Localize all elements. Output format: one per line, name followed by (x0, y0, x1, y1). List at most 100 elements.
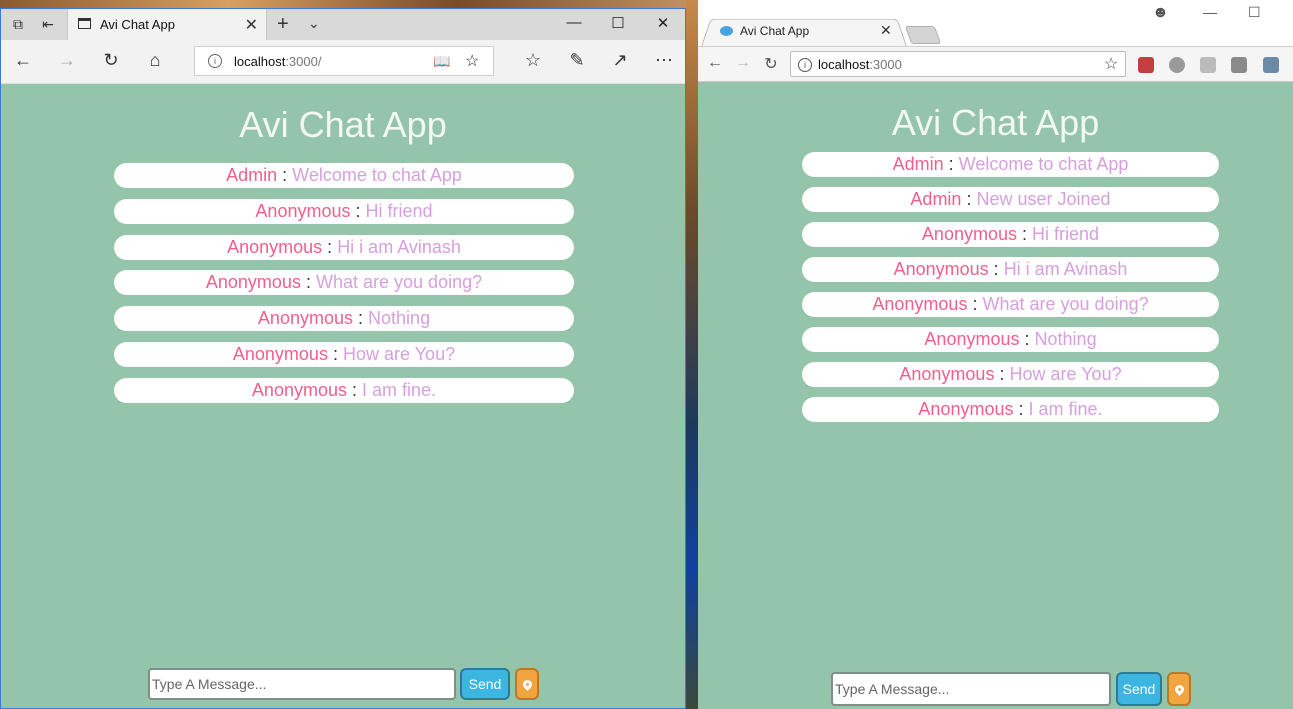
forward-icon[interactable]: → (733, 54, 753, 72)
message-sender: Anonymous (893, 259, 989, 279)
message-text: Welcome to chat App (958, 154, 1129, 174)
message-input[interactable] (831, 672, 1111, 706)
message-sender: Anonymous (251, 379, 347, 400)
chrome-chat-page: Avi Chat App Admin : Welcome to chat App… (698, 82, 1293, 709)
message-separator: : (1018, 399, 1024, 419)
message-row: Anonymous : Nothing (802, 327, 1219, 352)
minimize-icon[interactable]: — (1203, 4, 1217, 20)
eyedropper-extension-icon[interactable] (1138, 57, 1154, 73)
message-input[interactable] (148, 668, 456, 700)
back-icon[interactable]: ← (11, 50, 35, 71)
screenshot-extension-icon[interactable] (1263, 57, 1279, 73)
message-text: What are you doing? (982, 294, 1149, 314)
send-button[interactable]: Send (1116, 672, 1162, 706)
message-separator: : (282, 165, 288, 185)
chrome-url-text: localhost:3000 (818, 57, 902, 72)
home-icon[interactable]: ⌂ (143, 50, 167, 71)
info-icon[interactable]: i (798, 58, 812, 72)
message-text: What are you doing? (316, 272, 483, 293)
location-button[interactable] (515, 668, 539, 700)
message-text: Hi i am Avinash (1003, 259, 1128, 279)
message-separator: : (355, 200, 361, 221)
close-tab-icon[interactable]: ✕ (880, 22, 892, 39)
profile-icon[interactable]: ☻ (1152, 4, 1169, 22)
app-title: Avi Chat App (891, 102, 1100, 143)
message-sender: Admin (910, 189, 962, 209)
message-row: Anonymous : How are You? (802, 362, 1219, 387)
back-icon[interactable]: ← (705, 54, 725, 72)
message-separator: : (999, 364, 1005, 384)
message-separator: : (948, 154, 954, 174)
edge-tab[interactable]: Avi Chat App ✕ (67, 9, 267, 40)
more-icon[interactable]: ⋯ (652, 50, 676, 71)
pen-icon[interactable]: ✎ (565, 50, 589, 71)
app-title: Avi Chat App (239, 104, 447, 145)
desktop-wallpaper (686, 0, 698, 709)
edge-tab-bar: ⧉ ⇤ Avi Chat App ✕ + ⌄ — ☐ ✕ (1, 9, 685, 40)
tab-list-chevron-icon[interactable]: ⌄ (308, 15, 320, 32)
bookmark-star-icon[interactable]: ☆ (1104, 54, 1118, 74)
info-icon[interactable]: i (208, 54, 222, 68)
message-text: New user Joined (976, 189, 1111, 209)
message-separator: : (358, 308, 364, 329)
edge-chat-page: Avi Chat App Admin : Welcome to chat App… (1, 84, 685, 708)
message-sender: Anonymous (257, 308, 353, 329)
close-window-icon[interactable]: ✕ (648, 14, 678, 32)
message-sender: Anonymous (921, 224, 1017, 244)
message-row: Anonymous : Hi i am Avinash (802, 257, 1219, 282)
message-sender: Admin (226, 165, 278, 185)
message-sender: Anonymous (899, 364, 995, 384)
message-text: I am fine. (362, 379, 437, 400)
user-extension-icon[interactable] (1231, 57, 1247, 73)
chrome-address-bar[interactable]: i localhost:3000 ☆ (790, 51, 1126, 77)
message-text: I am fine. (1028, 399, 1103, 419)
message-text: Hi i am Avinash (337, 236, 461, 257)
share-icon[interactable]: ↗ (608, 50, 632, 71)
chat-favicon-icon (720, 26, 733, 36)
message-row: Anonymous : I am fine. (114, 377, 574, 403)
message-separator: : (327, 236, 333, 257)
reading-view-icon[interactable]: 📖 (433, 53, 450, 70)
forward-icon[interactable]: → (55, 50, 79, 71)
location-pin-icon (1172, 682, 1186, 696)
message-row: Anonymous : What are you doing? (114, 270, 574, 296)
message-separator: : (972, 294, 978, 314)
message-sender: Anonymous (232, 344, 328, 364)
message-separator: : (305, 272, 311, 293)
reload-icon[interactable]: ↻ (761, 54, 781, 74)
edge-toolbar: ← → ↻ ⌂ i localhost:3000/ 📖 ☆ ☆ ✎ ↗ ⋯ (1, 40, 685, 84)
maximize-icon[interactable]: ☐ (1248, 4, 1261, 21)
chrome-composer: Send (831, 672, 1191, 708)
message-row: Anonymous : What are you doing? (802, 292, 1219, 317)
message-text: How are You? (343, 344, 456, 364)
message-separator: : (966, 189, 972, 209)
chrome-tab[interactable]: Avi Chat App ✕ (706, 18, 902, 46)
maximize-icon[interactable]: ☐ (603, 14, 633, 32)
message-row: Admin : Welcome to chat App (802, 152, 1219, 177)
minimize-icon[interactable]: — (559, 14, 589, 31)
edge-address-bar[interactable]: i localhost:3000/ 📖 ☆ (194, 46, 494, 76)
set-aside-tabs-icon[interactable]: ⇤ (39, 15, 57, 33)
location-button[interactable] (1167, 672, 1191, 706)
message-text: Hi friend (1032, 224, 1100, 244)
send-button[interactable]: Send (460, 668, 510, 700)
close-tab-icon[interactable]: ✕ (245, 15, 258, 35)
location-pin-icon (520, 677, 534, 691)
message-separator: : (332, 344, 338, 364)
favorite-star-icon[interactable]: ☆ (465, 51, 479, 71)
message-separator: : (1022, 224, 1028, 244)
message-row: Anonymous : How are You? (114, 342, 574, 367)
refresh-icon[interactable]: ↻ (99, 50, 123, 71)
new-tab-icon[interactable]: + (277, 13, 289, 36)
pdf-extension-icon[interactable] (1200, 57, 1216, 73)
edge-url-text: localhost:3000/ (234, 54, 322, 69)
message-sender: Anonymous (227, 236, 323, 257)
chrome-window: Avi Chat App ✕ ☻ — ☐ ← → ↻ i localhost:3… (698, 0, 1293, 709)
favorites-hub-icon[interactable]: ☆ (521, 50, 545, 71)
message-sender: Anonymous (205, 272, 301, 293)
edge-composer: Send (148, 668, 541, 702)
message-sender: Admin (892, 154, 944, 174)
cloud-extension-icon[interactable] (1169, 57, 1185, 73)
tab-preview-icon[interactable]: ⧉ (9, 15, 27, 33)
new-tab-button[interactable] (904, 26, 942, 44)
